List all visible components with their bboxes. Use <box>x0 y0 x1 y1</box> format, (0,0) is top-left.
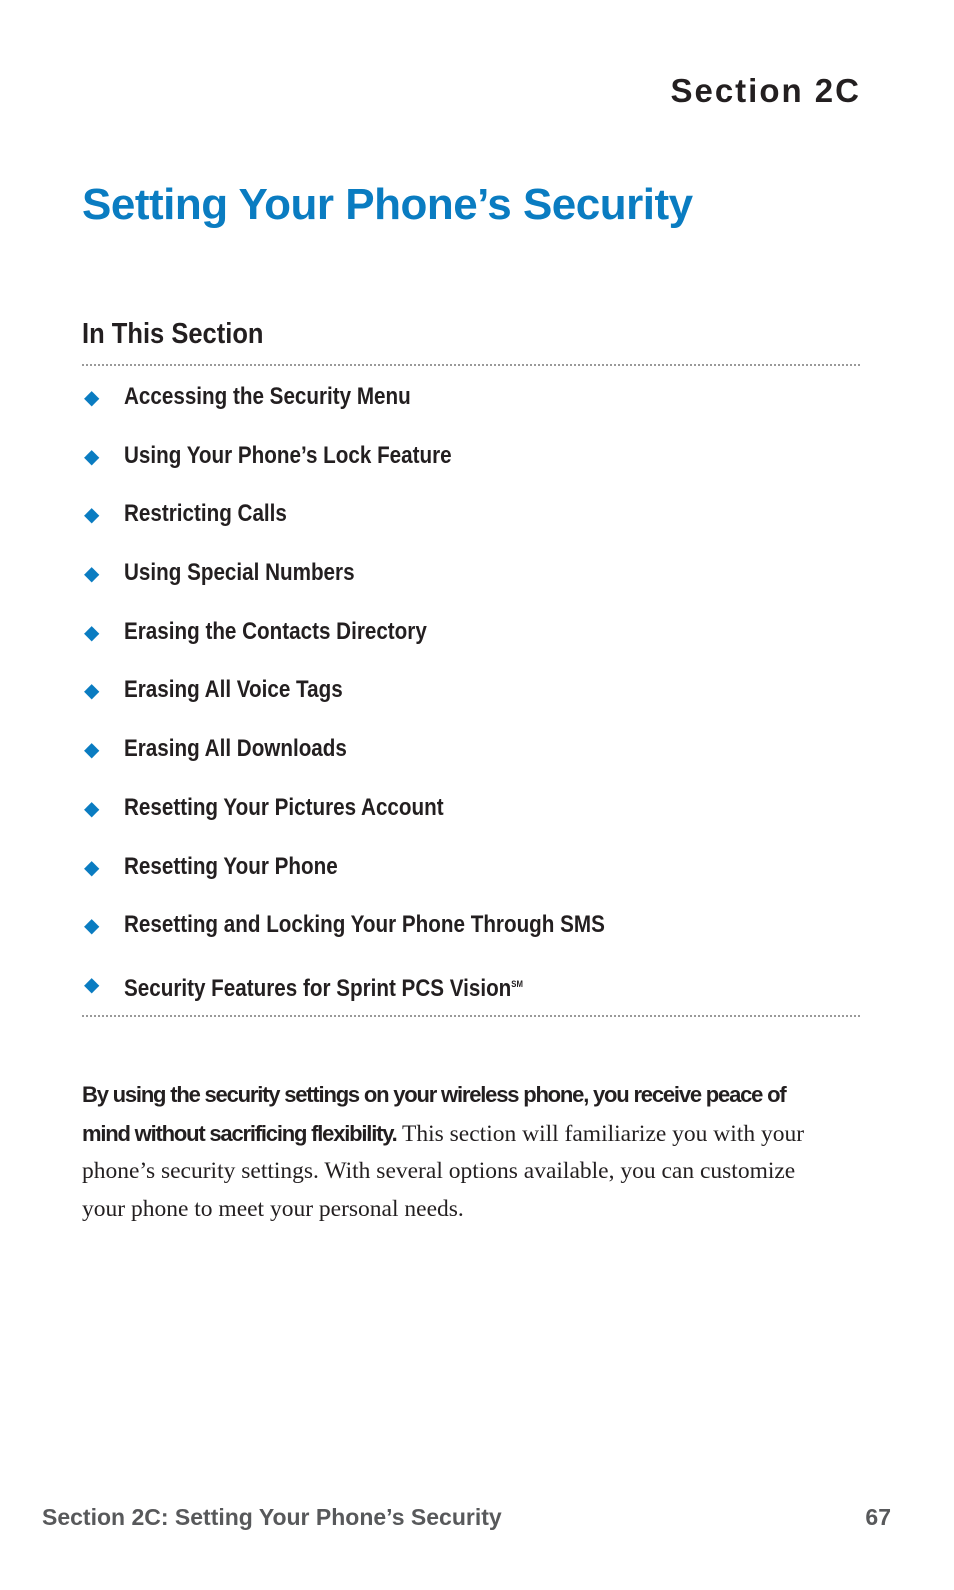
service-mark: SM <box>511 978 523 989</box>
topic-label: Security Features for Sprint PCS Vision <box>124 974 512 1002</box>
bottom-divider <box>82 1015 860 1017</box>
topic-item[interactable]: ◆ Erasing the Contacts Directory <box>82 613 683 672</box>
diamond-bullet-icon: ◆ <box>84 854 100 879</box>
topic-item[interactable]: ◆ Using Your Phone’s Lock Feature <box>82 437 683 496</box>
topic-item[interactable]: ◆ Resetting and Locking Your Phone Throug… <box>82 906 683 965</box>
topic-item[interactable]: ◆ Resetting Your Pictures Account <box>82 789 683 848</box>
diamond-bullet-icon: ◆ <box>84 443 100 468</box>
topic-label: Using Special Numbers <box>124 559 355 587</box>
in-this-section-heading: In This Section <box>82 318 264 350</box>
page-title: Setting Your Phone’s Security <box>82 180 693 229</box>
top-divider <box>82 364 860 366</box>
diamond-bullet-icon: ◆ <box>84 561 100 586</box>
topic-item[interactable]: ◆ Accessing the Security Menu <box>82 378 683 437</box>
topic-label: Restricting Calls <box>124 500 287 528</box>
topic-item[interactable]: ◆ Erasing All Voice Tags <box>82 671 683 730</box>
diamond-bullet-icon: ◆ <box>84 795 100 820</box>
topic-label: Resetting and Locking Your Phone Through… <box>124 911 605 939</box>
section-topics-list: ◆ Accessing the Security Menu ◆ Using Your… <box>82 378 683 1024</box>
topic-label: Accessing the Security Menu <box>124 383 411 410</box>
diamond-bullet-icon: ◆ <box>84 502 100 527</box>
topic-label: Using Your Phone’s Lock Feature <box>124 441 452 469</box>
section-label: Section 2C <box>670 72 861 109</box>
topic-item[interactable]: ◆ Erasing All Downloads <box>82 730 683 789</box>
topic-item[interactable]: ◆ Resetting Your Phone <box>82 848 683 907</box>
diamond-bullet-icon: ◆ <box>84 619 100 644</box>
topic-label: Erasing the Contacts Directory <box>124 617 427 645</box>
diamond-bullet-icon: ◆ <box>84 385 100 409</box>
topic-item[interactable]: ◆ Restricting Calls <box>82 495 683 554</box>
topic-item[interactable]: ◆ Using Special Numbers <box>82 554 683 613</box>
diamond-bullet-icon: ◆ <box>84 913 100 938</box>
intro-paragraph: By using the security settings on your w… <box>82 1076 822 1229</box>
diamond-bullet-icon: ◆ <box>84 678 100 703</box>
topic-label: Resetting Your Phone <box>124 852 338 880</box>
page-number: 67 <box>865 1504 891 1530</box>
topic-label: Resetting Your Pictures Account <box>124 793 444 821</box>
topic-label: Erasing All Downloads <box>124 735 347 763</box>
diamond-bullet-icon: ◆ <box>84 971 100 996</box>
diamond-bullet-icon: ◆ <box>84 737 100 762</box>
topic-label-wrapper: Security Features for Sprint PCS VisionS… <box>124 965 523 1008</box>
footer-title: Section 2C: Setting Your Phone’s Securit… <box>42 1504 502 1530</box>
topic-label: Erasing All Voice Tags <box>124 676 343 704</box>
